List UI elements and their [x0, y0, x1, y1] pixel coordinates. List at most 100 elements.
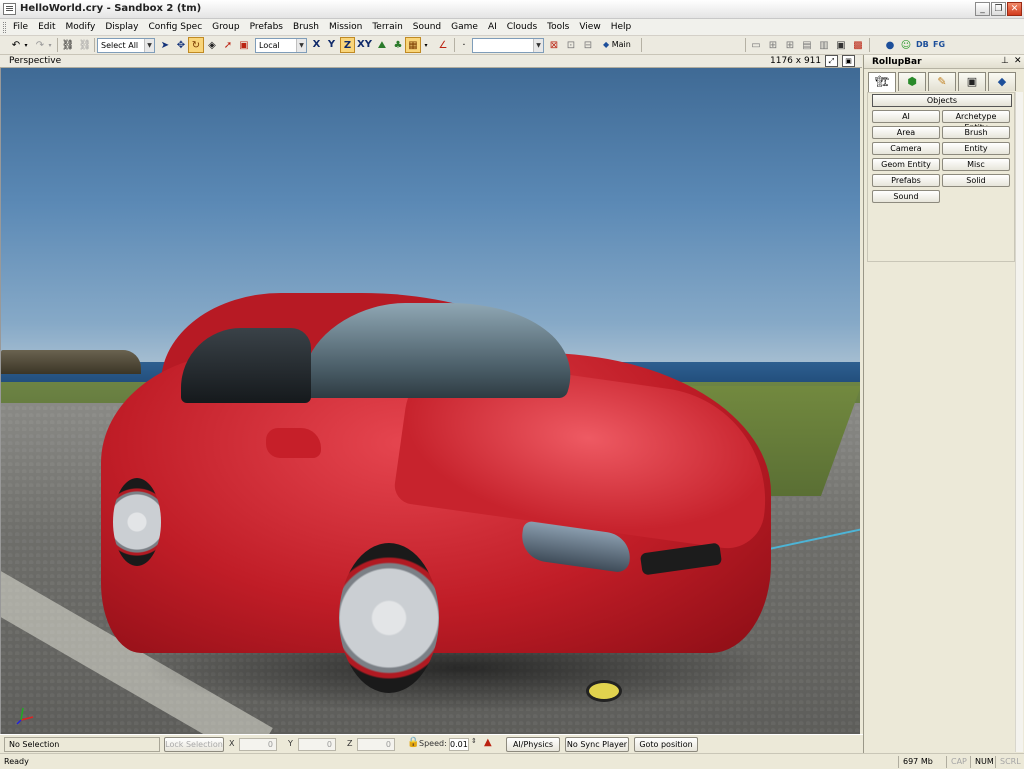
- coordinate-system-dropdown[interactable]: Local ▼: [255, 38, 307, 53]
- lock-icon[interactable]: 🔒: [407, 737, 419, 748]
- speed-spinner-icon[interactable]: ⇕: [471, 737, 477, 745]
- select-icon[interactable]: ➤: [157, 37, 173, 53]
- no-sync-player-button[interactable]: No Sync Player: [565, 737, 629, 752]
- archetype-entity-button[interactable]: Archetype Entity: [942, 110, 1010, 132]
- vegetation-icon[interactable]: ♣: [390, 37, 406, 53]
- layers-button[interactable]: ◆ Main: [600, 37, 634, 53]
- entity-button[interactable]: Entity: [942, 142, 1010, 155]
- menu-bar: File Edit Modify Display Config Spec Gro…: [0, 19, 1024, 36]
- display-tab-icon[interactable]: ▣: [958, 72, 986, 91]
- menu-brush[interactable]: Brush: [288, 21, 324, 34]
- angle-snap-icon[interactable]: ∠: [435, 37, 451, 53]
- menu-help[interactable]: Help: [606, 21, 637, 34]
- snap-icon[interactable]: ▣: [236, 37, 252, 53]
- menu-display[interactable]: Display: [100, 21, 143, 34]
- goto-icon[interactable]: ⊠: [546, 37, 562, 53]
- align-grid-icon[interactable]: ⊞: [765, 37, 781, 53]
- misc-button[interactable]: Misc: [942, 158, 1010, 171]
- terrain-tab-icon[interactable]: ⬢: [898, 72, 926, 91]
- modify-tab-icon[interactable]: ✎: [928, 72, 956, 91]
- hide-icon[interactable]: ▤: [799, 37, 815, 53]
- link-icon[interactable]: ⛓: [60, 37, 76, 53]
- menu-grip[interactable]: [3, 22, 6, 33]
- prefabs-button[interactable]: Prefabs: [872, 174, 940, 187]
- y-label: Y: [288, 739, 293, 748]
- x-coordinate-field[interactable]: 0: [239, 738, 277, 751]
- main-toolbar: ↶ ▾ ↷ ▾ ⛓ ⛓ Select All ▼ ➤ ✥ ↻ ◈ ➚ ▣ Loc…: [0, 36, 1024, 55]
- redo-dropdown-icon[interactable]: ▾: [46, 37, 54, 53]
- menu-game[interactable]: Game: [446, 21, 483, 34]
- minimize-button[interactable]: _: [975, 2, 990, 16]
- console-icon[interactable]: ▩: [850, 37, 866, 53]
- camera-icon[interactable]: ⊡: [563, 37, 579, 53]
- menu-view[interactable]: View: [574, 21, 605, 34]
- character-icon[interactable]: ☺: [898, 37, 914, 53]
- ai-physics-button[interactable]: AI/Physics: [506, 737, 560, 752]
- ai-button[interactable]: AI: [872, 110, 940, 123]
- axis-x-button[interactable]: X: [309, 37, 324, 53]
- grid-dropdown-icon[interactable]: ▾: [422, 37, 430, 53]
- brush-button[interactable]: Brush: [942, 126, 1010, 139]
- y-coordinate-field[interactable]: 0: [298, 738, 336, 751]
- viewport-maximize-icon[interactable]: ▣: [842, 55, 855, 67]
- select-terrain-icon[interactable]: ➚: [220, 37, 236, 53]
- scale-icon[interactable]: ◈: [204, 37, 220, 53]
- menu-config-spec[interactable]: Config Spec: [144, 21, 208, 34]
- axis-z-button[interactable]: Z: [340, 37, 355, 53]
- globe-icon[interactable]: ●: [882, 37, 898, 53]
- close-button[interactable]: ✕: [1007, 2, 1022, 16]
- menu-edit[interactable]: Edit: [33, 21, 60, 34]
- close-icon[interactable]: ✕: [1014, 56, 1022, 66]
- terrain-icon[interactable]: ⛰: [374, 37, 390, 53]
- menu-clouds[interactable]: Clouds: [502, 21, 542, 34]
- menu-file[interactable]: File: [8, 21, 33, 34]
- menu-terrain[interactable]: Terrain: [367, 21, 407, 34]
- speed-field[interactable]: 0.01: [449, 738, 469, 751]
- sound-button[interactable]: Sound: [872, 190, 940, 203]
- toolbar-handle-icon[interactable]: ·: [456, 37, 472, 53]
- axis-xy-button[interactable]: XY: [356, 37, 373, 53]
- axis-y-button[interactable]: Y: [324, 37, 339, 53]
- perspective-viewport[interactable]: [0, 68, 860, 734]
- database-icon[interactable]: ▣: [833, 37, 849, 53]
- ready-status: Ready: [4, 757, 29, 766]
- layer-dropdown[interactable]: ▼: [472, 38, 544, 53]
- move-icon[interactable]: ✥: [173, 37, 189, 53]
- menu-group[interactable]: Group: [207, 21, 244, 34]
- lock-selection-button[interactable]: Lock Selection: [164, 737, 224, 752]
- pin-icon[interactable]: ⊥: [1001, 56, 1009, 66]
- freeze-icon[interactable]: ▥: [816, 37, 832, 53]
- z-coordinate-field[interactable]: 0: [357, 738, 395, 751]
- table-icon[interactable]: ⊞: [782, 37, 798, 53]
- database-view-button[interactable]: DB: [913, 37, 932, 53]
- red-car[interactable]: [101, 293, 781, 723]
- menu-sound[interactable]: Sound: [408, 21, 446, 34]
- rollup-scrollbar[interactable]: [1015, 92, 1023, 752]
- align-icon[interactable]: ▭: [748, 37, 764, 53]
- menu-modify[interactable]: Modify: [61, 21, 101, 34]
- menu-tools[interactable]: Tools: [542, 21, 574, 34]
- rotate-icon[interactable]: ↻: [188, 37, 204, 53]
- objects-tab-icon[interactable]: 🏗: [868, 72, 896, 92]
- unlink-icon[interactable]: ⛓: [77, 37, 93, 53]
- selection-mask-dropdown[interactable]: Select All ▼: [97, 38, 155, 53]
- scrl-indicator: SCRL: [995, 756, 1021, 768]
- goto-position-button[interactable]: Goto position: [634, 737, 698, 752]
- undo-dropdown-icon[interactable]: ▾: [22, 37, 30, 53]
- menu-ai[interactable]: AI: [483, 21, 502, 34]
- solid-button[interactable]: Solid: [942, 174, 1010, 187]
- layers-tab-icon[interactable]: ◆: [988, 72, 1016, 91]
- viewport-name[interactable]: Perspective: [9, 56, 61, 66]
- menu-prefabs[interactable]: Prefabs: [245, 21, 288, 34]
- grid-icon[interactable]: ▦: [405, 37, 421, 53]
- geom-entity-button[interactable]: Geom Entity: [872, 158, 940, 171]
- flowgraph-button[interactable]: FG: [930, 37, 948, 53]
- restore-button[interactable]: ❐: [991, 2, 1006, 16]
- viewport-layout-icon[interactable]: ⤢: [825, 55, 838, 67]
- menu-mission[interactable]: Mission: [324, 21, 367, 34]
- area-button[interactable]: Area: [872, 126, 940, 139]
- objects-header-button[interactable]: Objects: [872, 94, 1012, 107]
- camera-button[interactable]: Camera: [872, 142, 940, 155]
- terrain-follow-icon[interactable]: ▲: [484, 737, 492, 748]
- physics-icon[interactable]: ⊟: [580, 37, 596, 53]
